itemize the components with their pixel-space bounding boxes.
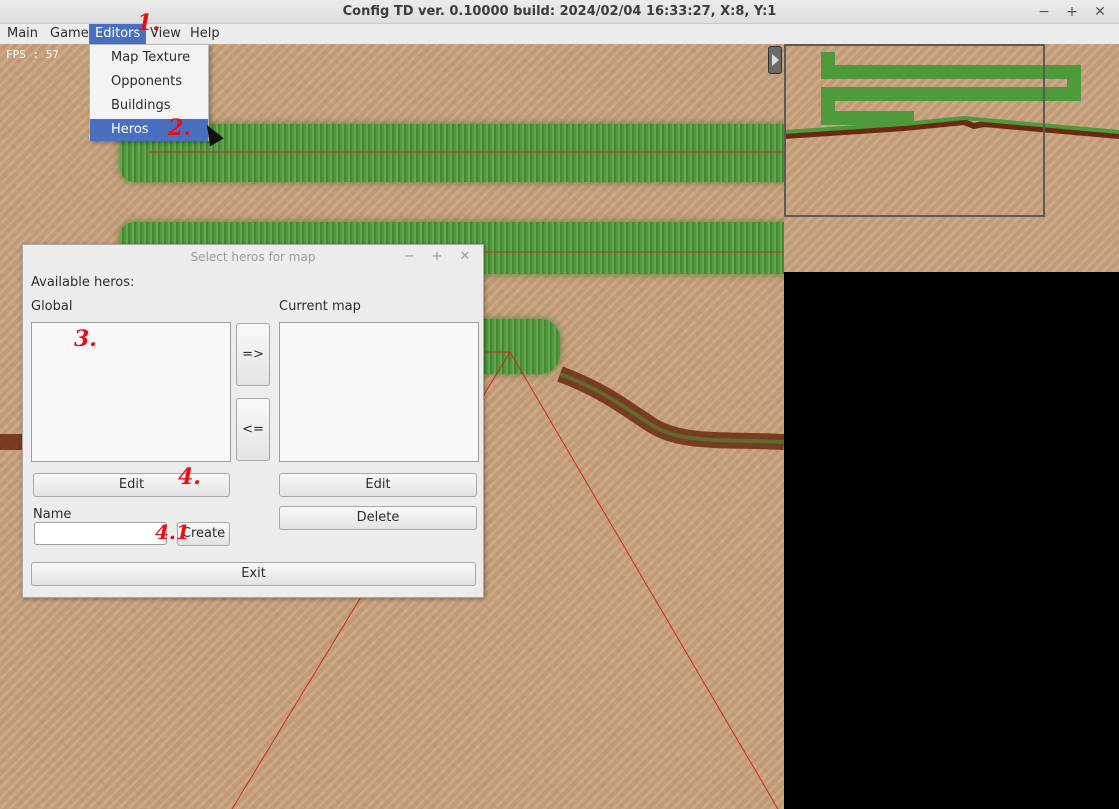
maximize-window-button[interactable]: + xyxy=(1062,2,1082,22)
arrow-right-icon xyxy=(772,54,779,66)
select-heros-dialog: Select heros for map − + ✕ Available her… xyxy=(22,244,484,598)
menu-item-opponents[interactable]: Opponents xyxy=(90,71,208,93)
dialog-minimize-button[interactable]: − xyxy=(400,247,418,267)
minimize-window-button[interactable]: − xyxy=(1034,2,1054,22)
annotation-step-3: 3. xyxy=(74,326,97,352)
menu-item-map-texture[interactable]: Map Texture xyxy=(90,47,208,69)
editors-dropdown-menu: Map Texture Opponents Buildings Heros xyxy=(89,44,209,141)
menu-game[interactable]: Game xyxy=(44,24,95,44)
dialog-close-button[interactable]: ✕ xyxy=(456,247,474,267)
dialog-maximize-button[interactable]: + xyxy=(428,247,446,267)
current-edit-button[interactable]: Edit xyxy=(279,473,477,497)
close-window-button[interactable]: ✕ xyxy=(1090,2,1110,22)
menu-help[interactable]: Help xyxy=(184,24,226,44)
move-to-map-button[interactable]: => xyxy=(236,323,270,386)
menu-item-buildings[interactable]: Buildings xyxy=(90,95,208,117)
hero-name-input[interactable] xyxy=(34,522,167,545)
menu-bar: Main Game Editors View Help xyxy=(0,24,1119,44)
window-title: Config TD ver. 0.10000 build: 2024/02/04… xyxy=(342,4,777,19)
name-label: Name xyxy=(33,507,72,522)
current-map-label: Current map xyxy=(279,299,361,314)
annotation-step-1: 1. xyxy=(137,10,160,36)
current-map-heros-list[interactable] xyxy=(279,322,479,462)
global-heros-list[interactable] xyxy=(31,322,231,462)
annotation-step-2: 2. xyxy=(168,115,191,141)
annotation-step-4-1: 4.1 xyxy=(155,520,190,544)
annotation-step-4: 4. xyxy=(178,464,201,490)
move-to-global-button[interactable]: <= xyxy=(236,398,270,461)
exit-button[interactable]: Exit xyxy=(31,562,476,586)
global-label: Global xyxy=(31,299,73,314)
available-heros-label: Available heros: xyxy=(31,275,135,290)
panel-toggle-handle[interactable] xyxy=(768,46,782,74)
minimap[interactable] xyxy=(784,44,1119,272)
menu-main[interactable]: Main xyxy=(1,24,44,44)
delete-button[interactable]: Delete xyxy=(279,506,477,530)
window-titlebar: Config TD ver. 0.10000 build: 2024/02/04… xyxy=(0,0,1119,24)
minimap-viewport-frame[interactable] xyxy=(784,44,1045,217)
fps-counter: FPS : 57 xyxy=(6,48,59,61)
